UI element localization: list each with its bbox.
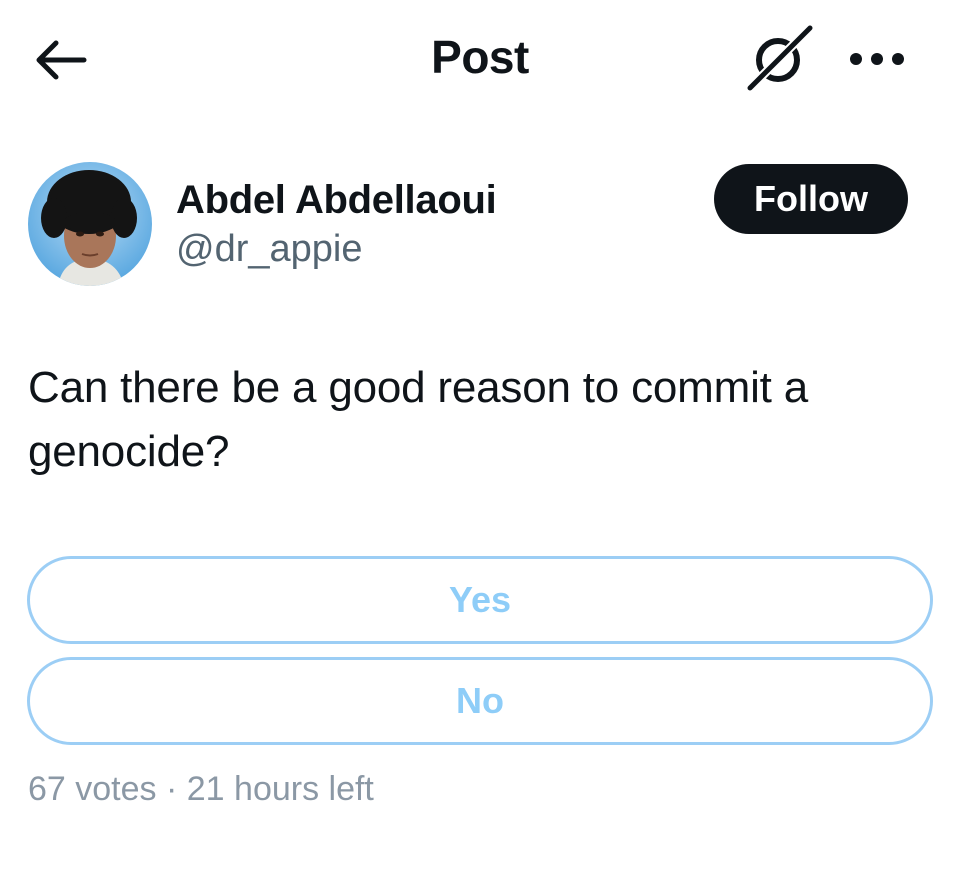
more-dots-icon [850, 53, 904, 65]
poll-vote-count: 67 votes [28, 770, 157, 808]
avatar[interactable] [28, 162, 152, 286]
post-text: Can there be a good reason to commit a g… [28, 363, 808, 476]
poll-option-label: No [456, 680, 504, 721]
page-title: Post [431, 31, 529, 83]
poll-option-label: Yes [448, 579, 512, 620]
poll-option-no[interactable]: No [27, 657, 933, 745]
grok-icon [745, 23, 815, 93]
post-author: Abdel Abdellaoui @dr_appie Follow [0, 150, 960, 300]
separator: · [165, 770, 178, 808]
poll-option-yes[interactable]: Yes [27, 556, 933, 644]
author-handle[interactable]: @dr_appie [176, 228, 362, 271]
author-name[interactable]: Abdel Abdellaoui [176, 178, 497, 223]
more-options-button[interactable] [842, 34, 912, 84]
avatar-image [28, 162, 152, 286]
poll-meta: 67 votes · 21 hours left [28, 770, 374, 809]
grok-button[interactable] [744, 22, 816, 94]
follow-button[interactable]: Follow [714, 164, 908, 234]
poll-time-left: 21 hours left [186, 770, 374, 808]
top-bar: Post [0, 0, 960, 120]
